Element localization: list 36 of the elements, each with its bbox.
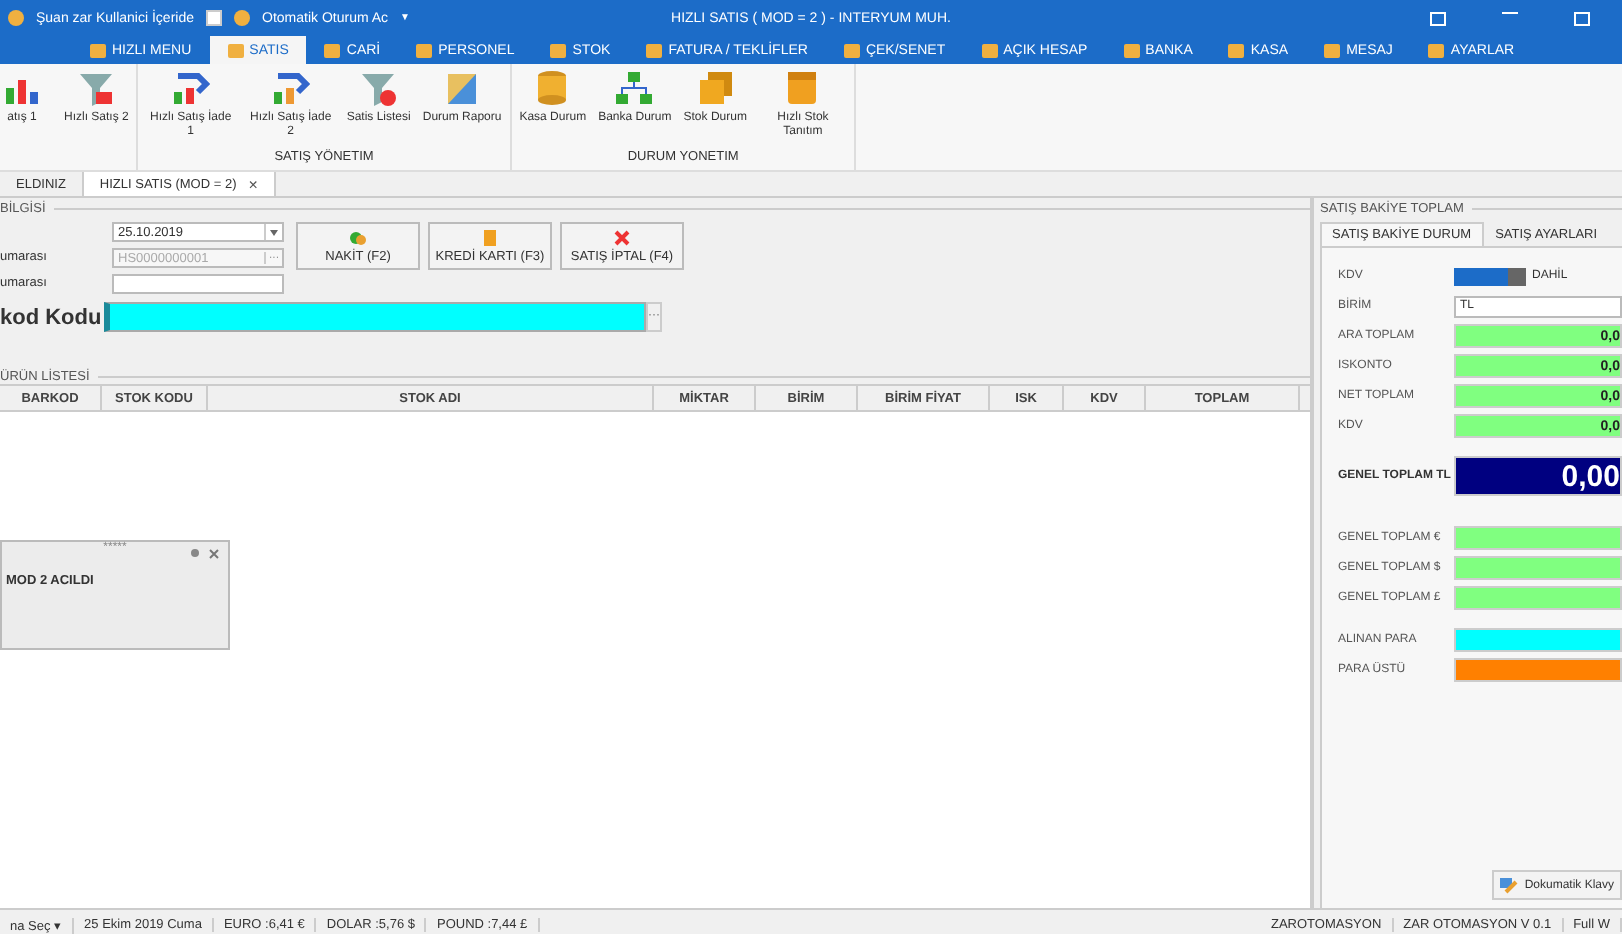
tab-icon [416,43,433,57]
folders-icon [695,68,736,108]
tab-icon [1324,43,1341,57]
close-icon[interactable] [208,548,220,560]
tab-icon [646,43,663,57]
tab-icon [1428,43,1445,57]
dropdown-icon[interactable] [264,224,282,240]
return-arrow-icon [170,68,211,108]
return-arrow-icon [270,68,311,108]
tab-icon [1123,43,1140,57]
tab-icon [227,43,244,57]
network-icon [614,68,655,108]
user-icon [234,10,250,26]
keyboard-pen-icon [1500,876,1519,894]
funnel-icon [358,68,399,108]
document-number-field[interactable] [112,274,284,294]
barcode-label: kod Kodu [0,305,104,329]
card-icon [482,229,498,245]
restore-icon[interactable] [1574,11,1590,25]
total-field: 0,00 [1454,456,1622,496]
funnel-icon [76,68,117,108]
tab-icon [1228,43,1245,57]
tab-icon [843,43,860,57]
tab-icon [90,43,106,57]
cross-icon [614,229,630,245]
pin-icon[interactable] [190,548,200,558]
tab-icon [550,43,567,57]
coins-icon [350,229,366,245]
close-icon[interactable]: × [248,175,258,193]
minimize-icon[interactable] [1502,11,1518,13]
user-icon [8,10,24,26]
tab-icon [324,43,341,57]
barcode-field[interactable] [104,302,646,332]
toggle-switch[interactable] [1454,267,1526,285]
tab-icon [981,43,998,57]
auto-login-checkbox[interactable] [206,10,222,26]
